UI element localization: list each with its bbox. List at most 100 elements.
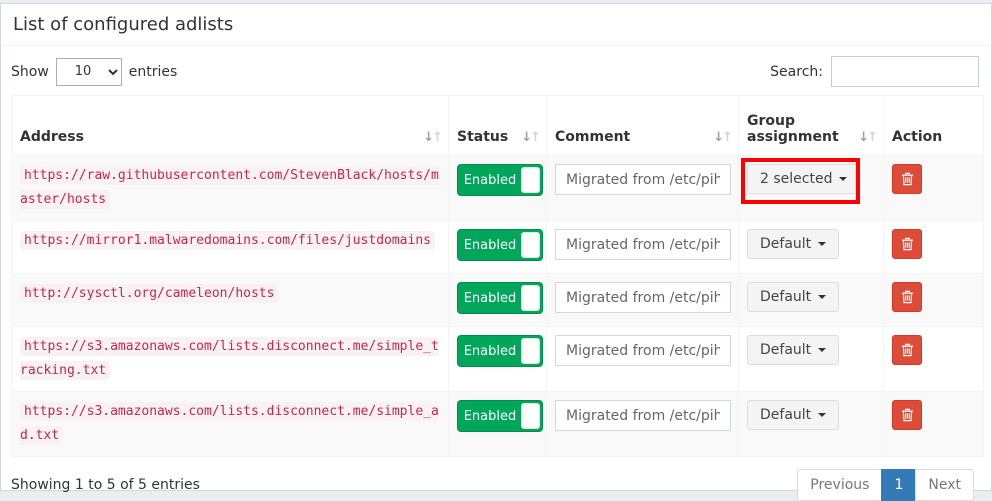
action-cell — [884, 156, 984, 221]
comment-cell — [547, 392, 739, 457]
adlist-url: https://s3.amazonaws.com/lists.disconnec… — [20, 337, 439, 380]
trash-icon — [901, 408, 914, 422]
status-enabled-toggle[interactable]: Enabled — [457, 400, 543, 432]
delete-adlist-button[interactable] — [892, 282, 922, 312]
group-cell: 2 selected — [739, 156, 884, 221]
adlist-table-row: http://sysctl.org/cameleon/hosts Enabled… — [12, 274, 984, 327]
show-label: Show — [11, 64, 49, 80]
sort-icon[interactable]: ↓↑ — [423, 130, 441, 145]
sort-icon[interactable]: ↓↑ — [521, 130, 539, 145]
comment-cell — [547, 327, 739, 392]
table-controls: Show 10 entries Search: — [1, 46, 991, 95]
group-assignment-dropdown[interactable]: Default — [747, 282, 839, 312]
next-page-button[interactable]: Next — [915, 469, 974, 501]
column-header-address[interactable]: Address ↓↑ — [12, 96, 449, 156]
caret-down-icon — [839, 177, 847, 181]
action-cell — [884, 221, 984, 274]
column-header-group-assignment[interactable]: Group assignment ↓↑ — [739, 96, 884, 156]
action-cell — [884, 327, 984, 392]
delete-adlist-button[interactable] — [892, 164, 922, 194]
entries-per-page-select[interactable]: 10 — [56, 58, 122, 86]
adlist-url: http://sysctl.org/cameleon/hosts — [20, 284, 278, 303]
column-header-action: Action — [884, 96, 984, 156]
group-assignment-dropdown[interactable]: 2 selected — [747, 164, 860, 194]
caret-down-icon — [818, 295, 826, 299]
toggle-handle-icon — [521, 403, 540, 429]
group-cell: Default — [739, 221, 884, 274]
table-footer: Showing 1 to 5 of 5 entries Previous 1 N… — [1, 457, 991, 501]
search-input[interactable] — [831, 56, 979, 87]
action-cell — [884, 274, 984, 327]
previous-page-button[interactable]: Previous — [797, 469, 882, 501]
status-toggle-label: Enabled — [458, 165, 522, 195]
table-header-row: Address ↓↑ Status ↓↑ Comment ↓↑ Group as… — [12, 96, 984, 156]
group-assignment-dropdown[interactable]: Default — [747, 229, 839, 259]
status-toggle-label: Enabled — [458, 283, 522, 313]
caret-down-icon — [818, 242, 826, 246]
toggle-handle-icon — [521, 232, 540, 258]
group-dropdown-label: Default — [760, 236, 811, 252]
page-title: List of configured adlists — [13, 14, 233, 35]
toggle-handle-icon — [521, 285, 540, 311]
comment-input[interactable] — [555, 400, 731, 431]
entries-length-control: Show 10 entries — [11, 58, 177, 86]
trash-icon — [901, 343, 914, 357]
adlist-url: https://mirror1.malwaredomains.com/files… — [20, 231, 435, 250]
status-cell: Enabled — [449, 392, 547, 457]
delete-adlist-button[interactable] — [892, 400, 922, 430]
column-header-status[interactable]: Status ↓↑ — [449, 96, 547, 156]
trash-icon — [901, 290, 914, 304]
group-assignment-dropdown[interactable]: Default — [747, 335, 839, 365]
group-assignment-dropdown[interactable]: Default — [747, 400, 839, 430]
adlist-table-row: https://mirror1.malwaredomains.com/files… — [12, 221, 984, 274]
comment-input[interactable] — [555, 229, 731, 260]
caret-down-icon — [818, 348, 826, 352]
comment-input[interactable] — [555, 335, 731, 366]
comment-input[interactable] — [555, 282, 731, 313]
adlist-table-row: https://s3.amazonaws.com/lists.disconnec… — [12, 327, 984, 392]
trash-icon — [901, 237, 914, 251]
sort-icon[interactable]: ↓↑ — [858, 130, 876, 145]
delete-adlist-button[interactable] — [892, 229, 922, 259]
address-cell: https://raw.githubusercontent.com/Steven… — [12, 156, 449, 221]
group-dropdown-label: Default — [760, 342, 811, 358]
status-toggle-label: Enabled — [458, 230, 522, 260]
group-dropdown-label: 2 selected — [760, 171, 832, 187]
status-toggle-label: Enabled — [458, 336, 522, 366]
group-dropdown-label: Default — [760, 289, 811, 305]
group-cell: Default — [739, 327, 884, 392]
delete-adlist-button[interactable] — [892, 335, 922, 365]
adlists-table: Address ↓↑ Status ↓↑ Comment ↓↑ Group as… — [11, 95, 984, 457]
status-enabled-toggle[interactable]: Enabled — [457, 164, 543, 196]
comment-cell — [547, 274, 739, 327]
adlist-table-row: https://raw.githubusercontent.com/Steven… — [12, 156, 984, 221]
adlists-table-wrap: Address ↓↑ Status ↓↑ Comment ↓↑ Group as… — [1, 95, 991, 457]
toggle-handle-icon — [521, 167, 540, 193]
status-enabled-toggle[interactable]: Enabled — [457, 335, 543, 367]
adlists-panel: List of configured adlists Show 10 entri… — [0, 3, 992, 491]
page-1-button[interactable]: 1 — [881, 469, 916, 501]
address-cell: https://s3.amazonaws.com/lists.disconnec… — [12, 327, 449, 392]
panel-header: List of configured adlists — [1, 4, 991, 46]
status-enabled-toggle[interactable]: Enabled — [457, 282, 543, 314]
toggle-handle-icon — [521, 338, 540, 364]
status-toggle-label: Enabled — [458, 401, 522, 431]
comment-cell — [547, 221, 739, 274]
address-cell: https://mirror1.malwaredomains.com/files… — [12, 221, 449, 274]
sort-icon[interactable]: ↓↑ — [713, 130, 731, 145]
search-control: Search: — [770, 56, 981, 87]
trash-icon — [901, 172, 914, 186]
status-enabled-toggle[interactable]: Enabled — [457, 229, 543, 261]
entries-label: entries — [129, 64, 178, 80]
adlist-url: https://s3.amazonaws.com/lists.disconnec… — [20, 402, 439, 445]
comment-input[interactable] — [555, 164, 731, 195]
status-cell: Enabled — [449, 221, 547, 274]
entries-info-text: Showing 1 to 5 of 5 entries — [11, 469, 200, 501]
caret-down-icon — [818, 413, 826, 417]
address-cell: https://s3.amazonaws.com/lists.disconnec… — [12, 392, 449, 457]
adlist-table-row: https://s3.amazonaws.com/lists.disconnec… — [12, 392, 984, 457]
status-cell: Enabled — [449, 274, 547, 327]
status-cell: Enabled — [449, 156, 547, 221]
column-header-comment[interactable]: Comment ↓↑ — [547, 96, 739, 156]
adlist-table-body: https://raw.githubusercontent.com/Steven… — [12, 156, 984, 457]
